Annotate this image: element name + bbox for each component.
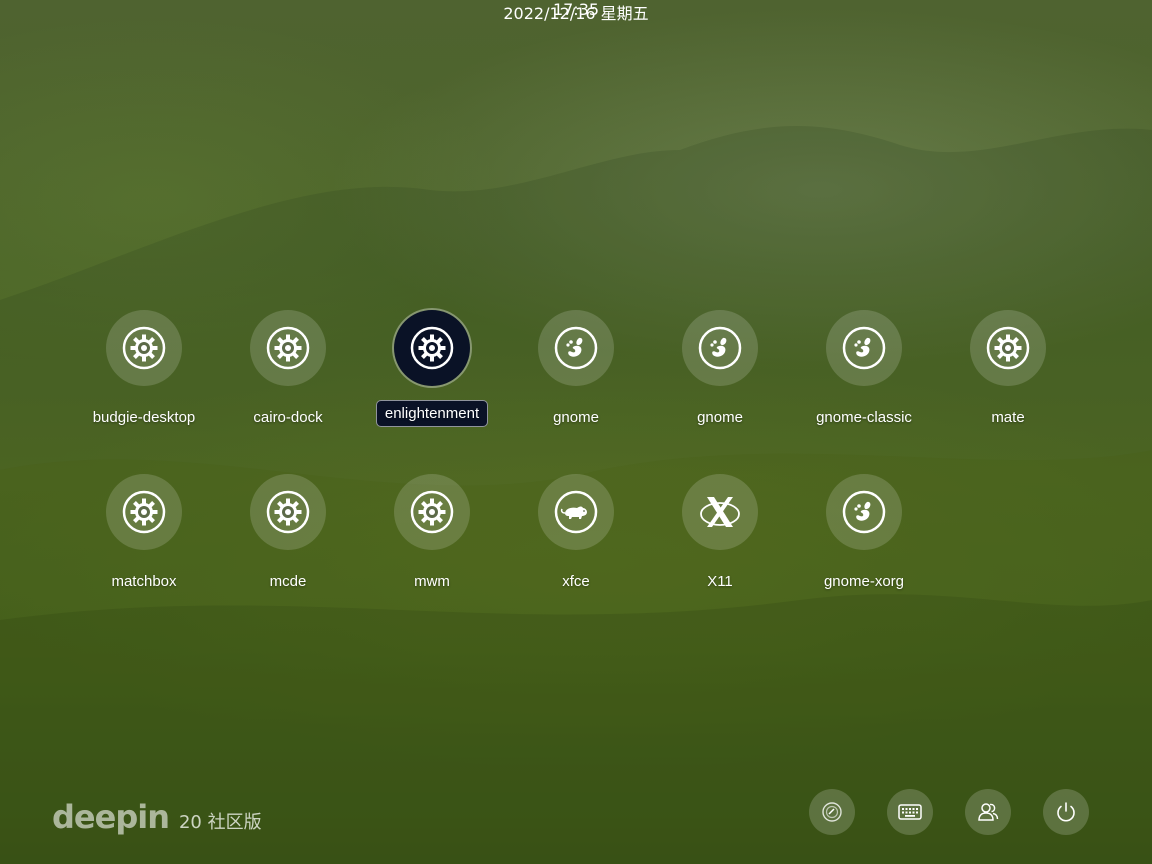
session-x11[interactable]: X11 xyxy=(648,474,792,594)
session-label: budgie-desktop xyxy=(92,409,196,426)
session-icon-circle[interactable] xyxy=(538,310,614,386)
power-icon xyxy=(1057,802,1075,822)
session-icon-circle[interactable] xyxy=(250,474,326,550)
xfce-mouse-icon xyxy=(554,490,598,534)
session-icon-circle[interactable] xyxy=(106,310,182,386)
session-mate[interactable]: mate xyxy=(936,310,1080,430)
session-gnome-classic[interactable]: gnome-classic xyxy=(792,310,936,430)
power-button[interactable] xyxy=(1043,789,1089,835)
gnome-foot-icon xyxy=(842,326,886,370)
gear-icon xyxy=(410,490,454,534)
session-label: matchbox xyxy=(111,573,177,590)
switch-user-button[interactable] xyxy=(965,789,1011,835)
session-icon-circle[interactable] xyxy=(394,474,470,550)
gnome-foot-icon xyxy=(698,326,742,370)
gear-icon xyxy=(266,490,310,534)
deepin-logo: deepin 20 社区版 xyxy=(52,798,262,836)
session-icon-circle[interactable] xyxy=(106,474,182,550)
session-matchbox[interactable]: matchbox xyxy=(72,474,216,594)
session-icon-circle[interactable] xyxy=(826,474,902,550)
session-icon-circle[interactable] xyxy=(538,474,614,550)
session-label: X11 xyxy=(707,573,733,590)
gear-icon xyxy=(986,326,1030,370)
session-icon-circle[interactable] xyxy=(394,310,470,386)
session-label: gnome xyxy=(697,409,743,426)
keyboard-icon xyxy=(898,804,922,820)
session-icon-circle[interactable] xyxy=(250,310,326,386)
gear-icon xyxy=(266,326,310,370)
gear-icon xyxy=(410,326,454,370)
session-icon-circle[interactable] xyxy=(682,310,758,386)
gnome-foot-icon xyxy=(554,326,598,370)
version-label: 20 社区版 xyxy=(178,812,262,833)
session-gnome-xorg[interactable]: gnome-xorg xyxy=(792,474,936,594)
clock-date: 2022/12/16 星期五 xyxy=(503,4,649,23)
x11-icon xyxy=(700,497,740,527)
session-icon-circle[interactable] xyxy=(682,474,758,550)
session-xfce[interactable]: xfce xyxy=(504,474,648,594)
session-gnome[interactable]: gnome xyxy=(648,310,792,430)
users-icon xyxy=(978,803,999,821)
session-label: xfce xyxy=(562,573,590,590)
gear-icon xyxy=(122,326,166,370)
gear-icon xyxy=(122,490,166,534)
keyboard-layout-button[interactable] xyxy=(887,789,933,835)
session-label: mate xyxy=(991,409,1025,426)
session-label: gnome-classic xyxy=(816,409,912,426)
session-label: enlightenment xyxy=(375,400,489,427)
session-icon-circle[interactable] xyxy=(826,310,902,386)
session-icon-circle[interactable] xyxy=(970,310,1046,386)
session-mwm[interactable]: mwm xyxy=(360,474,504,594)
session-icon xyxy=(822,802,842,822)
session-label: gnome xyxy=(553,409,599,426)
session-enlightenment[interactable]: enlightenment xyxy=(360,310,504,427)
session-label: cairo-dock xyxy=(253,409,323,426)
session-label: mcde xyxy=(269,573,307,590)
session-label: mwm xyxy=(414,573,450,590)
session-gnome[interactable]: gnome xyxy=(504,310,648,430)
wallpaper-background xyxy=(0,126,1152,864)
session-mcde[interactable]: mcde xyxy=(216,474,360,594)
session-label: gnome-xorg xyxy=(823,573,905,590)
session-switch-button[interactable] xyxy=(809,789,855,835)
session-budgie-desktop[interactable]: budgie-desktop xyxy=(72,310,216,430)
session-cairo-dock[interactable]: cairo-dock xyxy=(216,310,360,430)
logo-wordmark: deepin xyxy=(52,798,170,836)
gnome-foot-icon xyxy=(842,490,886,534)
